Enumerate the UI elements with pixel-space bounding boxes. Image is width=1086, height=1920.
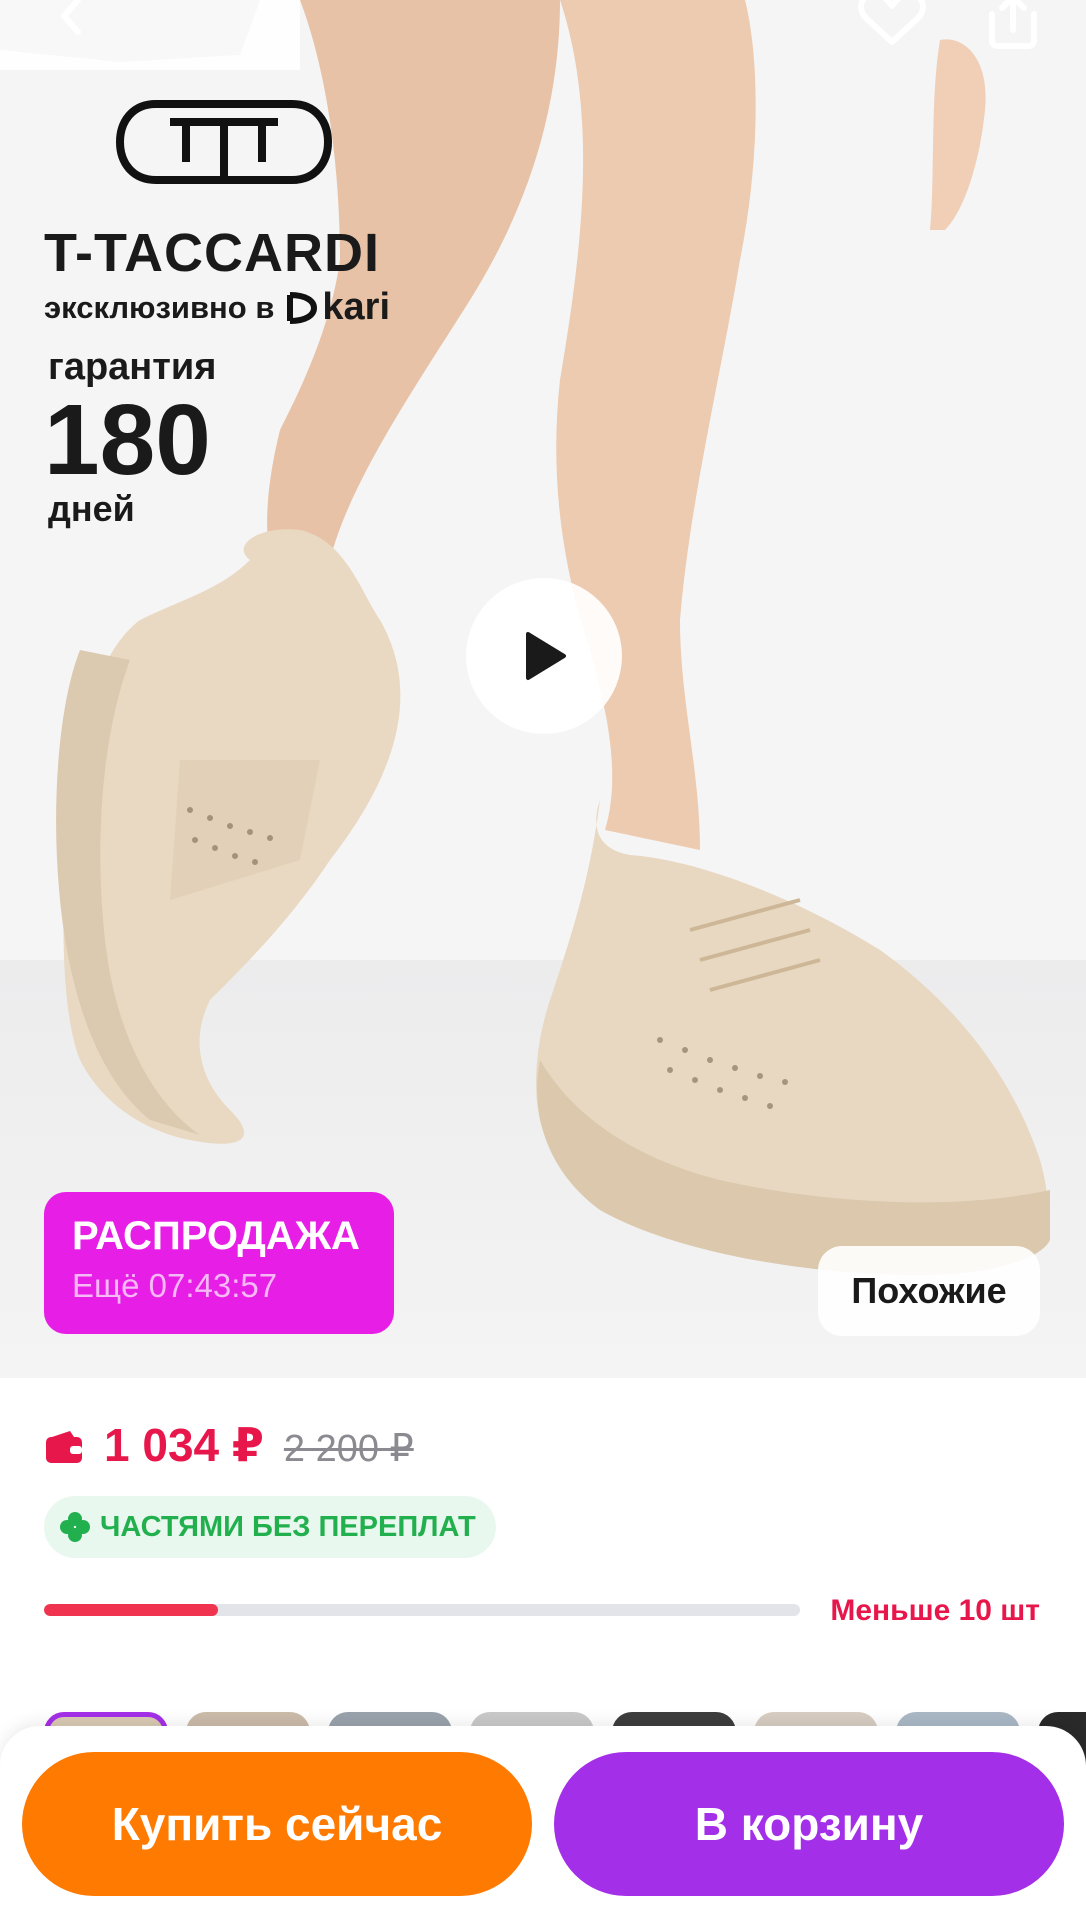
- stock-text: Меньше 10 шт: [830, 1594, 1040, 1627]
- partner-logo: kari: [284, 286, 390, 329]
- add-to-cart-button[interactable]: В корзину: [554, 1752, 1064, 1896]
- installment-badge[interactable]: ЧАСТЯМИ БЕЗ ПЕРЕПЛАТ: [44, 1496, 496, 1558]
- stock-progress-fill: [44, 1604, 218, 1616]
- heart-icon[interactable]: [852, 0, 932, 50]
- guarantee-label: гарантия: [48, 346, 217, 388]
- play-video-button[interactable]: [466, 578, 622, 734]
- wallet-icon: [46, 1431, 82, 1463]
- brand-name: T-TACCARDI: [44, 223, 380, 283]
- price-current: 1 034 ₽: [104, 1419, 264, 1471]
- guarantee-unit: дней: [48, 488, 135, 529]
- brand-logo: [116, 100, 332, 184]
- share-icon[interactable]: [978, 0, 1048, 50]
- exclusive-text: эксклюзивно в: [44, 289, 275, 325]
- sale-title: РАСПРОДАЖА: [72, 1214, 360, 1258]
- buy-now-button[interactable]: Купить сейчас: [22, 1752, 532, 1896]
- partner-logo-text: kari: [322, 286, 391, 328]
- clover-icon: [60, 1512, 90, 1542]
- guarantee-value: 180: [44, 384, 211, 496]
- back-arrow-icon[interactable]: [40, 0, 110, 50]
- stock-progress-bar: [44, 1604, 800, 1616]
- product-media-gallery[interactable]: T-TACCARDI эксклюзивно в kari гарантия 1…: [0, 0, 1086, 1378]
- sale-badge: РАСПРОДАЖА Ещё 07:43:57: [44, 1192, 394, 1334]
- similar-button[interactable]: Похожие: [818, 1246, 1040, 1336]
- brand-exclusive: эксклюзивно в kari: [44, 286, 390, 329]
- installment-text: ЧАСТЯМИ БЕЗ ПЕРЕПЛАТ: [100, 1510, 476, 1543]
- kari-logo-icon: [287, 291, 318, 324]
- price-old: 2 200 ₽: [283, 1428, 414, 1470]
- play-icon: [526, 632, 566, 680]
- sale-timer: Ещё 07:43:57: [72, 1267, 278, 1304]
- price-row: 1 034 ₽ 2 200 ₽: [44, 1418, 414, 1472]
